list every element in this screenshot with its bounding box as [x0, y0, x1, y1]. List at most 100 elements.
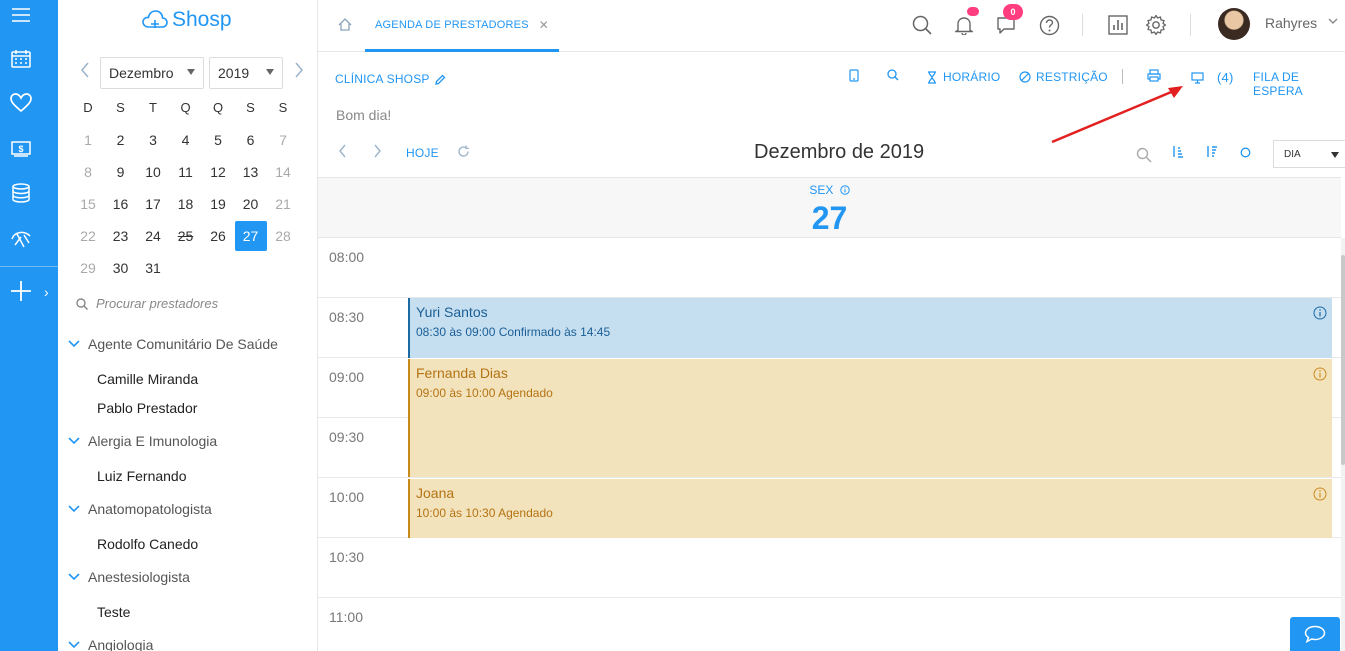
calendar-day[interactable]: 8	[72, 157, 104, 187]
provider-item[interactable]: Camille Miranda	[97, 371, 198, 387]
logo-text: Shosp	[172, 8, 232, 31]
tab-agenda-prestadores[interactable]: AGENDA DE PRESTADORES ✕	[365, 0, 560, 52]
database-icon[interactable]	[0, 178, 42, 208]
umbrella-icon[interactable]	[0, 224, 42, 254]
sort-descending-icon[interactable]	[1206, 145, 1218, 158]
time-slot[interactable]: 11:00	[318, 598, 1341, 651]
calendar-day[interactable]: 14	[267, 157, 299, 187]
bell-icon[interactable]	[952, 7, 979, 37]
money-icon[interactable]: $	[0, 134, 42, 164]
chat-support-button[interactable]	[1290, 617, 1340, 651]
calendar-day[interactable]: 11	[170, 157, 202, 187]
fila-espera-button[interactable]: FILA DE ESPERA	[1253, 70, 1345, 98]
calendar-day[interactable]: 24	[137, 221, 169, 251]
add-icon[interactable]	[0, 276, 42, 306]
calendar-day[interactable]: 5	[202, 125, 234, 155]
today-button[interactable]: HOJE	[406, 146, 439, 160]
provider-item[interactable]: Rodolfo Canedo	[97, 536, 198, 552]
prev-month-button[interactable]	[80, 62, 90, 82]
tablet-icon[interactable]	[849, 69, 859, 82]
calendar-day[interactable]: 13	[235, 157, 267, 187]
provider-item[interactable]: Teste	[97, 604, 130, 620]
provider-item[interactable]: Luiz Fernando	[97, 468, 187, 484]
calendar-day[interactable]: 26	[202, 221, 234, 251]
appointment-card[interactable]: Joana 10:00 às 10:30 Agendado	[408, 479, 1332, 538]
provider-item[interactable]: Pablo Prestador	[97, 400, 197, 416]
refresh-icon[interactable]	[457, 145, 470, 158]
info-icon[interactable]	[839, 185, 850, 195]
chevron-down-icon	[266, 69, 274, 75]
specialty-item[interactable]: Anestesiologista	[68, 569, 190, 585]
chat-icon[interactable]: 0	[994, 4, 1023, 37]
specialty-item[interactable]: Angiologia	[68, 637, 153, 651]
calendar-day[interactable]: 1	[72, 125, 104, 155]
monitor-button[interactable]: (4)	[1191, 70, 1234, 85]
heart-icon[interactable]	[0, 88, 42, 118]
search-icon[interactable]	[887, 69, 899, 81]
specialty-item[interactable]: Anatomopatologista	[68, 501, 212, 517]
year-select[interactable]: 2019	[209, 57, 283, 89]
gear-icon[interactable]	[1144, 13, 1168, 37]
month-select[interactable]: Dezembro	[100, 57, 204, 89]
calendar-day[interactable]: 15	[72, 189, 104, 219]
calendar-day[interactable]: 7	[267, 125, 299, 155]
calendar-day-holiday[interactable]: 25	[170, 221, 202, 251]
calendar-day[interactable]: 21	[267, 189, 299, 219]
user-name[interactable]: Rahyres	[1265, 15, 1317, 31]
logo[interactable]: Shosp	[142, 8, 232, 32]
calendar-day[interactable]: 31	[137, 253, 169, 283]
appointment-card[interactable]: Yuri Santos 08:30 às 09:00 Confirmado às…	[408, 298, 1332, 358]
view-select[interactable]: DIA	[1273, 140, 1345, 168]
search-icon[interactable]	[910, 13, 934, 37]
reports-icon[interactable]	[1106, 13, 1130, 37]
close-icon[interactable]: ✕	[539, 18, 549, 32]
calendar-day[interactable]: 2	[105, 125, 137, 155]
calendar-day-selected[interactable]: 27	[234, 221, 267, 251]
home-icon[interactable]	[338, 18, 352, 36]
calendar-icon[interactable]	[0, 44, 42, 74]
info-icon[interactable]	[1313, 306, 1327, 320]
calendar-day[interactable]: 3	[137, 125, 169, 155]
clinic-selector[interactable]: CLÍNICA SHOSP	[335, 72, 446, 86]
calendar-day[interactable]: 19	[202, 189, 234, 219]
next-month-button[interactable]	[294, 62, 304, 82]
calendar-day[interactable]: 22	[72, 221, 104, 251]
specialty-item[interactable]: Agente Comunitário De Saúde	[68, 336, 278, 352]
calendar-day[interactable]: 18	[170, 189, 202, 219]
provider-search[interactable]: Procurar prestadores	[76, 296, 218, 311]
time-slot[interactable]: 10:30	[318, 538, 1341, 598]
calendar-day[interactable]: 23	[105, 221, 137, 251]
week-row: 22 23 24 25 26 27 28	[72, 220, 300, 252]
calendar-day[interactable]: 6	[235, 125, 267, 155]
calendar-day[interactable]: 4	[170, 125, 202, 155]
scrollbar-thumb[interactable]	[1341, 255, 1345, 465]
help-icon[interactable]	[1037, 13, 1061, 37]
calendar-day[interactable]: 12	[202, 157, 234, 187]
calendar-day[interactable]: 9	[105, 157, 137, 187]
time-slot[interactable]: 08:00	[318, 238, 1341, 298]
header-divider	[1082, 14, 1083, 36]
menu-icon[interactable]	[0, 0, 42, 30]
horario-button[interactable]: HORÁRIO	[926, 70, 1000, 84]
calendar-day[interactable]: 10	[137, 157, 169, 187]
calendar-day[interactable]: 29	[72, 253, 104, 283]
avatar[interactable]	[1218, 8, 1250, 40]
specialty-label: Angiologia	[88, 637, 154, 651]
calendar-day[interactable]: 16	[105, 189, 137, 219]
calendar-day[interactable]: 30	[105, 253, 137, 283]
calendar-day[interactable]: 20	[235, 189, 267, 219]
appointment-card[interactable]: Fernanda Dias 09:00 às 10:00 Agendado	[408, 359, 1332, 477]
calendar-day[interactable]: 28	[267, 221, 299, 251]
clinic-label: CLÍNICA SHOSP	[335, 72, 430, 86]
info-icon[interactable]	[1313, 487, 1327, 501]
expand-chevron-icon[interactable]: ›	[44, 284, 49, 300]
specialty-item[interactable]: Alergia E Imunologia	[68, 433, 217, 449]
info-icon[interactable]	[1313, 367, 1327, 381]
circle-icon[interactable]	[1240, 147, 1251, 158]
calendar-day[interactable]: 17	[137, 189, 169, 219]
next-day-button[interactable]	[373, 144, 382, 158]
weekday-label: Q	[212, 100, 224, 115]
chevron-down-icon[interactable]	[1328, 14, 1338, 28]
today-label: HOJE	[406, 146, 439, 160]
prev-day-button[interactable]	[338, 144, 347, 158]
